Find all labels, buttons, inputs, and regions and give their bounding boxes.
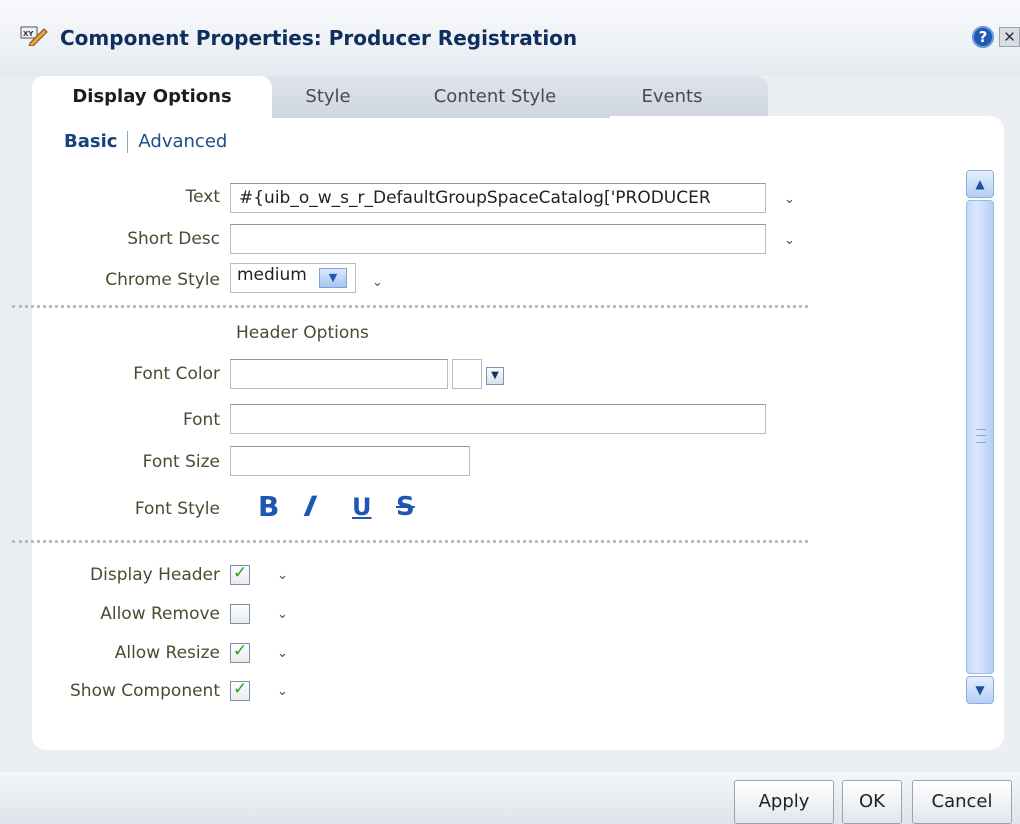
cancel-button[interactable]: Cancel [912, 780, 1012, 824]
font-size-label: Font Size [142, 452, 220, 472]
allow-resize-checkbox[interactable] [230, 641, 250, 663]
bold-button[interactable]: B [258, 492, 279, 522]
chevron-down-icon[interactable]: ⌄ [277, 569, 291, 582]
short-desc-input[interactable] [230, 224, 766, 254]
title-bar: XY Component Properties: Producer Regist… [0, 0, 1020, 76]
allow-remove-checkbox[interactable] [230, 604, 250, 624]
display-header-label: Display Header [90, 565, 220, 585]
font-color-label: Font Color [133, 364, 220, 384]
allow-resize-label: Allow Resize [114, 643, 220, 663]
svg-text:XY: XY [23, 30, 34, 38]
font-label: Font [182, 410, 220, 430]
display-header-checkbox[interactable] [230, 563, 250, 585]
show-component-checkbox[interactable] [230, 679, 250, 701]
tab-bar: Events Content Style Style Display Optio… [28, 76, 788, 118]
close-icon[interactable]: ✕ [999, 27, 1020, 47]
chevron-down-icon[interactable]: ⌄ [277, 608, 291, 621]
color-swatch[interactable] [452, 359, 482, 389]
text-input[interactable]: #{uib_o_w_s_r_DefaultGroupSpaceCatalog['… [230, 183, 766, 213]
section-divider [12, 305, 808, 308]
section-divider [12, 540, 808, 543]
font-color-input[interactable] [230, 359, 448, 389]
scroll-up-icon[interactable]: ▲ [966, 170, 994, 198]
font-size-input[interactable] [230, 446, 470, 476]
strikethrough-button[interactable]: S [396, 492, 415, 522]
chrome-style-value: medium [237, 265, 307, 285]
dialog-title: Component Properties: Producer Registrat… [60, 26, 578, 50]
apply-button[interactable]: Apply [734, 780, 834, 824]
chrome-style-label: Chrome Style [105, 270, 220, 290]
chevron-down-icon[interactable]: ▼ [319, 268, 347, 288]
short-desc-label: Short Desc [127, 229, 220, 249]
tab-display-options[interactable]: Display Options [32, 76, 272, 118]
font-input[interactable] [230, 404, 766, 434]
chrome-style-select[interactable]: medium ▼ [230, 263, 356, 293]
component-properties-dialog: XY Component Properties: Producer Regist… [0, 0, 1020, 824]
show-component-label: Show Component [70, 681, 220, 701]
scroll-down-icon[interactable]: ▼ [966, 676, 994, 704]
subnav: Basic Advanced [64, 131, 227, 153]
scroll-thumb[interactable] [966, 200, 994, 674]
vertical-scrollbar[interactable]: ▲ ▼ [966, 170, 994, 704]
underline-button[interactable]: U [352, 492, 372, 522]
ok-button[interactable]: OK [842, 780, 902, 824]
edit-properties-icon: XY [20, 26, 48, 46]
chevron-down-icon[interactable]: ⌄ [277, 685, 291, 698]
header-options-title: Header Options [236, 323, 369, 343]
font-style-label: Font Style [134, 499, 220, 519]
chevron-down-icon[interactable]: ⌄ [277, 647, 291, 660]
chevron-down-icon[interactable]: ⌄ [372, 276, 386, 289]
allow-remove-label: Allow Remove [100, 604, 220, 624]
help-icon[interactable]: ? [972, 26, 994, 48]
grip-icon [976, 429, 986, 443]
subnav-basic[interactable]: Basic [64, 131, 117, 152]
tab-content-style[interactable]: Content Style [380, 76, 610, 118]
chevron-down-icon[interactable]: ⌄ [784, 234, 798, 247]
subnav-divider [127, 131, 129, 153]
text-label: Text [185, 187, 220, 207]
chevron-down-icon[interactable]: ⌄ [784, 193, 798, 206]
chevron-down-icon[interactable]: ▼ [486, 367, 504, 385]
subnav-advanced[interactable]: Advanced [138, 131, 227, 152]
